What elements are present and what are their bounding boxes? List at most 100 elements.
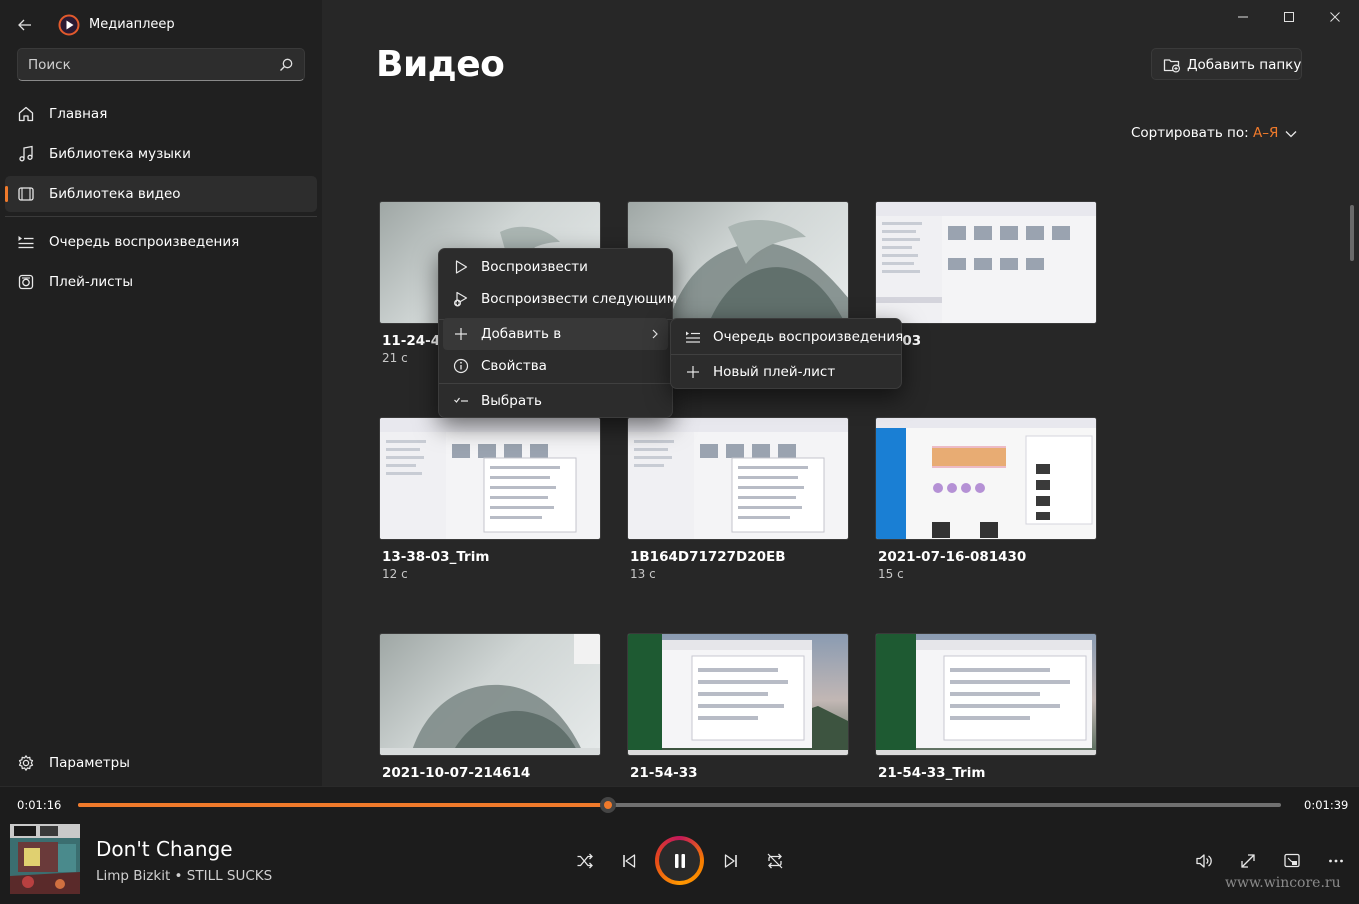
search-box[interactable]	[17, 48, 305, 81]
search-icon[interactable]	[278, 57, 294, 73]
seek-bar-progress	[78, 803, 608, 807]
submenu-add-to: Очередь воспроизведения Новый плей-лист	[670, 318, 903, 389]
queue-icon	[18, 236, 34, 249]
menu-item-select[interactable]: Выбрать	[443, 385, 668, 417]
play-next-icon	[454, 291, 468, 307]
menu-item-properties[interactable]: Свойства	[443, 350, 668, 382]
menu-item-play[interactable]: Воспроизвести	[443, 251, 668, 283]
context-menu: Воспроизвести Воспроизвести следующим До…	[438, 248, 677, 418]
seek-bar-thumb[interactable]	[599, 797, 616, 813]
menu-item-add-to[interactable]: Добавить в	[443, 318, 668, 350]
scrollbar-thumb[interactable]	[1350, 205, 1354, 261]
music-note-icon	[19, 145, 33, 162]
playlist-icon	[18, 274, 34, 290]
skip-next-icon	[724, 854, 737, 868]
pause-button[interactable]	[655, 836, 704, 885]
chevron-down-icon[interactable]	[1284, 127, 1298, 141]
sort-label: Сортировать по:	[1131, 125, 1253, 141]
home-icon	[18, 106, 34, 122]
volume-button[interactable]	[1188, 845, 1220, 877]
shuffle-button[interactable]	[569, 845, 601, 877]
page-title: Видео	[376, 44, 505, 85]
minimize-icon	[1238, 16, 1248, 18]
pause-button-inner	[659, 840, 700, 881]
menu-item-label: Новый плей-лист	[713, 364, 836, 380]
video-duration: 21 с	[382, 351, 408, 365]
player-bar: 0:01:16 0:01:39 Don't Change Limp Bizkit…	[0, 786, 1359, 904]
sidebar: Главная Библиотека музыки Библиотека вид…	[0, 0, 322, 786]
sidebar-divider	[5, 216, 317, 217]
play-icon	[455, 260, 468, 274]
sidebar-item-label: Библиотека музыки	[49, 146, 191, 162]
sidebar-item-label: Параметры	[49, 755, 130, 771]
back-button[interactable]	[10, 10, 40, 40]
menu-item-label: Воспроизвести следующим	[481, 291, 677, 307]
menu-item-play-next[interactable]: Воспроизвести следующим	[443, 283, 677, 315]
sidebar-item-home[interactable]: Главная	[5, 96, 317, 132]
minimize-button[interactable]	[1220, 0, 1266, 34]
watermark: www.wincore.ru	[1225, 875, 1341, 891]
video-thumbnail	[875, 417, 1097, 540]
app-title: Медиаплеер	[89, 17, 175, 32]
sidebar-item-label: Главная	[49, 106, 108, 122]
more-options-button[interactable]	[1320, 845, 1352, 877]
menu-item-label: Воспроизвести	[481, 259, 588, 275]
repeat-button[interactable]	[759, 845, 791, 877]
song-title[interactable]: Don't Change	[96, 837, 233, 861]
album-art[interactable]	[10, 824, 80, 894]
media-player-window: Главная Библиотека музыки Библиотека вид…	[0, 0, 1359, 904]
search-input[interactable]	[18, 49, 268, 80]
gear-icon	[18, 755, 34, 771]
video-title: 21-54-33_Trim	[878, 765, 986, 781]
sort-value: А–Я	[1253, 125, 1279, 141]
menu-divider	[671, 354, 901, 355]
sort-dropdown[interactable]: Сортировать по: А–Я	[1131, 125, 1278, 141]
repeat-off-icon	[767, 853, 783, 869]
submenu-item-queue[interactable]: Очередь воспроизведения	[675, 321, 903, 353]
video-thumbnail	[875, 633, 1097, 756]
plus-icon	[687, 366, 699, 378]
submenu-item-new-playlist[interactable]: Новый плей-лист	[675, 356, 897, 388]
maximize-button[interactable]	[1266, 0, 1312, 34]
seek-bar[interactable]	[78, 797, 1281, 813]
sidebar-item-playlists[interactable]: Плей-листы	[5, 264, 317, 300]
sidebar-item-label: Библиотека видео	[49, 186, 181, 202]
maximize-icon	[1284, 12, 1294, 22]
more-horizontal-icon	[1329, 859, 1343, 863]
menu-item-label: Добавить в	[481, 326, 562, 342]
arrow-left-icon	[18, 19, 31, 31]
next-button[interactable]	[715, 845, 747, 877]
queue-icon	[686, 331, 700, 343]
sidebar-item-label: Плей-листы	[49, 274, 134, 290]
fullscreen-button[interactable]	[1232, 845, 1264, 877]
film-icon	[18, 187, 34, 201]
previous-button[interactable]	[613, 845, 645, 877]
menu-divider	[439, 383, 672, 384]
fullscreen-icon	[1241, 854, 1255, 868]
total-time: 0:01:39	[1304, 798, 1349, 812]
video-thumbnail	[627, 633, 849, 756]
chevron-right-icon	[652, 329, 658, 339]
volume-icon	[1196, 854, 1212, 868]
sidebar-item-settings[interactable]: Параметры	[5, 745, 317, 781]
menu-item-label: Выбрать	[481, 393, 542, 409]
close-button[interactable]	[1312, 0, 1358, 34]
video-thumbnail	[875, 201, 1097, 324]
media-player-logo-icon	[58, 14, 80, 36]
video-title: 2021-07-16-081430	[878, 549, 1027, 565]
video-title: 2021-10-07-214614	[382, 765, 531, 781]
menu-item-label: Свойства	[481, 358, 547, 374]
mini-player-button[interactable]	[1276, 845, 1308, 877]
mini-player-icon	[1284, 853, 1300, 868]
elapsed-time: 0:01:16	[17, 798, 62, 812]
add-folder-button[interactable]: Добавить папку	[1151, 48, 1302, 80]
menu-item-label: Очередь воспроизведения	[713, 329, 904, 345]
video-title: 13-38-03_Trim	[382, 549, 490, 565]
video-duration: 12 с	[382, 567, 408, 581]
sidebar-item-music[interactable]: Библиотека музыки	[5, 136, 317, 172]
sidebar-item-queue[interactable]: Очередь воспроизведения	[5, 224, 317, 260]
song-artist-album[interactable]: Limp Bizkit • STILL SUCKS	[96, 868, 272, 884]
video-title: 1B164D71727D20EB	[630, 549, 786, 565]
sidebar-item-video[interactable]: Библиотека видео	[5, 176, 317, 212]
folder-add-icon	[1163, 59, 1181, 73]
